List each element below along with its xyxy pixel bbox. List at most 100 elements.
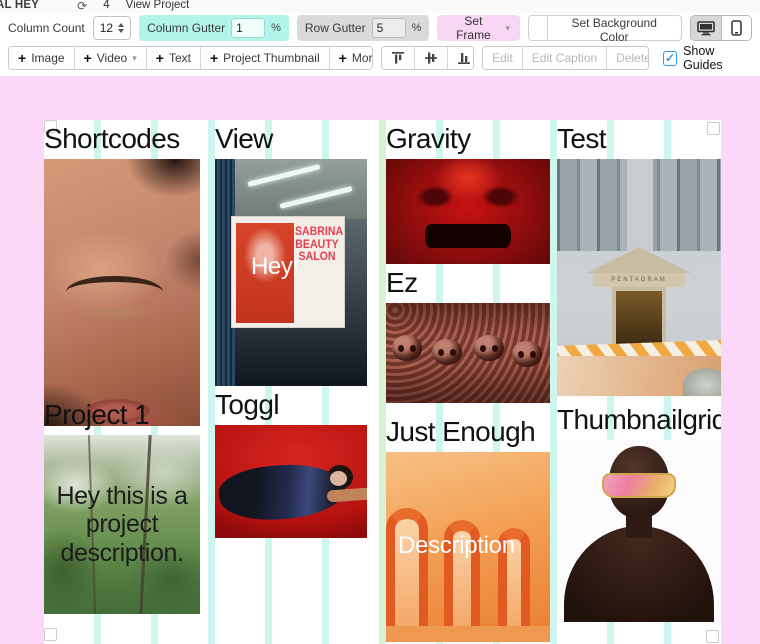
thumbnail-title: Gravity (386, 122, 550, 156)
project-thumbnail-ez[interactable]: Ez (386, 266, 550, 403)
add-video-button[interactable]: +Video▾ (74, 47, 146, 69)
thumbnail-title: Toggl (215, 388, 367, 422)
align-middle-button[interactable] (414, 47, 447, 69)
project-thumbnail-shortcodes[interactable]: Shortcodes (44, 122, 200, 426)
building-sign-text: PENTAGRAM (593, 273, 685, 287)
edit-button[interactable]: Edit (483, 47, 522, 69)
visor-sunglasses-shape (602, 473, 676, 498)
edit-caption-button[interactable]: Edit Caption (522, 47, 606, 69)
thumbnail-select-checkbox[interactable] (706, 630, 719, 643)
show-guides-control: ✓ Show Guides (663, 44, 752, 72)
project-thumbnail-gravity[interactable]: Gravity (386, 122, 550, 264)
row-gutter-input[interactable] (372, 18, 406, 38)
project-thumbnail-thumbnailgrid[interactable]: Thumbnailgrid (557, 403, 721, 622)
mobile-view-button[interactable] (721, 16, 751, 40)
edit-group: Edit Edit Caption Delete (482, 46, 649, 70)
add-more-button[interactable]: +More▾ (329, 47, 373, 69)
salon-line3: SALON (295, 250, 339, 263)
plus-icon: + (210, 51, 218, 65)
add-video-label: Video (97, 51, 127, 65)
thumbnail-title: Just Enough (386, 415, 550, 449)
thumbnail-image (215, 425, 367, 538)
delete-button[interactable]: Delete (606, 47, 649, 69)
skull-shape (392, 335, 422, 361)
thumbnail-caption: Description (398, 532, 515, 560)
column-guide (550, 120, 557, 644)
editor-toolbar: Column Count 12 Column Gutter % Row Gutt… (0, 13, 760, 76)
set-frame-button[interactable]: Set Frame ▾ (437, 15, 520, 41)
add-project-thumbnail-button[interactable]: + Project Thumbnail (200, 47, 329, 69)
column-count-label: Column Count (8, 21, 85, 35)
phone-icon (731, 20, 742, 36)
row-gutter-label: Row Gutter (305, 21, 366, 35)
column-count-stepper[interactable]: 12 (93, 16, 131, 40)
column-gutter-unit: % (271, 22, 281, 34)
stepper-arrows-icon[interactable] (118, 23, 124, 33)
show-guides-checkbox[interactable]: ✓ (663, 51, 677, 66)
column-count-value: 12 (100, 21, 113, 35)
chevron-down-icon: ▾ (505, 23, 510, 34)
thumbnail-select-checkbox[interactable] (44, 628, 57, 641)
add-text-label: Text (169, 51, 191, 65)
skull-shape (432, 339, 462, 365)
project-thumbnail-test[interactable]: Test PENTAGRAM (557, 122, 721, 396)
thumbnail-image: SABRINA BEAUTY SALON Hey! (215, 159, 367, 386)
canvas: Shortcodes View (44, 120, 721, 644)
facade-pillar-shape (627, 159, 653, 251)
thumbnail-image (386, 159, 550, 264)
eyelid-shape (75, 306, 150, 320)
project-thumbnail-justenough[interactable]: Just Enough Description (386, 415, 550, 642)
pipe-shape (683, 368, 721, 396)
refresh-icon[interactable]: ⟳ (77, 0, 87, 13)
salon-line1: SABRINA (295, 225, 339, 238)
plus-icon: + (18, 51, 26, 65)
column-guide (379, 120, 386, 644)
plus-icon: + (339, 51, 347, 65)
row-gutter-unit: % (412, 22, 422, 34)
align-group (381, 46, 474, 70)
add-more-label: More (352, 51, 373, 65)
desktop-view-button[interactable] (691, 16, 721, 40)
arm-shape (327, 487, 367, 502)
browser-topbar: AL HEY ⟳ 4 View Project (0, 0, 760, 13)
align-bottom-button[interactable] (447, 47, 474, 69)
column-guide (208, 120, 215, 644)
add-project-thumbnail-label: Project Thumbnail (223, 51, 320, 65)
thumbnail-title: Ez (386, 266, 550, 300)
project-description-text: Hey this is a project description. (44, 435, 200, 614)
view-project-link[interactable]: View Project (126, 0, 190, 11)
align-middle-icon (424, 51, 438, 65)
eyebrow-shape (66, 276, 163, 292)
skull-shape (474, 335, 504, 361)
align-top-button[interactable] (382, 47, 414, 69)
app-window: AL HEY ⟳ 4 View Project Column Count 12 … (0, 0, 760, 644)
floor-shape (386, 626, 550, 642)
column-gutter-chip: Column Gutter % (139, 15, 289, 41)
add-content-group: +Image +Video▾ +Text +Project Thumbnail … (8, 46, 373, 70)
background-color-swatch[interactable] (528, 15, 547, 41)
chevron-down-icon: ▾ (132, 53, 137, 64)
arch-shape (386, 508, 428, 628)
add-text-button[interactable]: + Text (146, 47, 200, 69)
device-preview-toggle (690, 15, 752, 41)
thumbnail-title: Thumbnailgrid (557, 403, 721, 437)
pediment-shape (587, 247, 691, 273)
shoulders-shape (564, 526, 714, 622)
thumbnail-title: Test (557, 122, 721, 156)
project-thumbnail-project1[interactable]: Project 1 Hey this is a project descript… (44, 398, 200, 614)
thumbnail-title: Shortcodes (44, 122, 200, 156)
settings-toolbar-row: Column Count 12 Column Gutter % Row Gutt… (0, 13, 760, 43)
add-image-label: Image (31, 51, 64, 65)
salon-sign-text: SABRINA BEAUTY SALON (295, 225, 339, 263)
project-thumbnail-view[interactable]: View SABRINA BEAUTY SALON (215, 122, 367, 386)
plus-icon: + (156, 51, 164, 65)
add-image-button[interactable]: + Image (9, 47, 74, 69)
thumbnail-image (557, 440, 721, 622)
column-gutter-input[interactable] (231, 18, 265, 38)
column-gutter-label: Column Gutter (147, 21, 225, 35)
thumbnail-image: Hey this is a project description. (44, 435, 200, 614)
thumbnail-image: PENTAGRAM (557, 159, 721, 396)
row-gutter-chip: Row Gutter % (297, 15, 429, 41)
set-background-color-button[interactable]: Set Background Color (547, 15, 682, 41)
project-thumbnail-toggl[interactable]: Toggl (215, 388, 367, 538)
